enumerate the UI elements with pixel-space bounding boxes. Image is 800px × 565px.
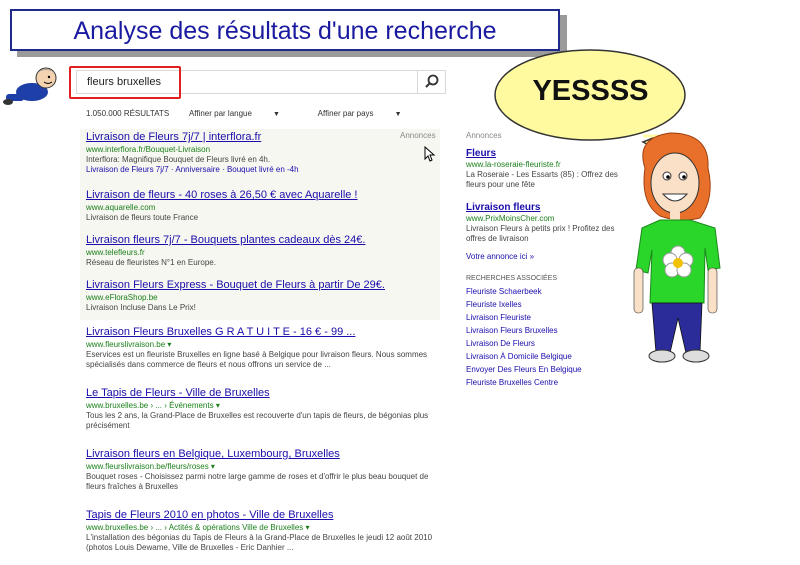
filter-language[interactable]: Affiner par langue ▼ bbox=[189, 109, 298, 118]
result-item: Livraison de fleurs - 40 roses à 26,50 €… bbox=[86, 189, 441, 223]
result-snippet: Interflora: Magnifique Bouquet de Fleurs… bbox=[86, 155, 271, 164]
result-item: Livraison Fleurs Bruxelles G R A T U I T… bbox=[86, 326, 441, 370]
results-toolbar: 1.050.000 RÉSULTATS Affiner par langue ▼ … bbox=[86, 109, 438, 118]
result-title[interactable]: Livraison de fleurs - 40 roses à 26,50 €… bbox=[86, 189, 441, 202]
caret-down-icon: ▼ bbox=[272, 111, 280, 118]
side-ad-title[interactable]: Livraison fleurs bbox=[466, 202, 636, 214]
result-item: Livraison fleurs 7j/7 - Bouquets plantes… bbox=[86, 234, 441, 268]
result-title[interactable]: Le Tapis de Fleurs - Ville de Bruxelles bbox=[86, 387, 441, 400]
related-link[interactable]: Envoyer Des Fleurs En Belgique bbox=[466, 365, 582, 374]
result-snippet: Bouquet roses - Choisissez parmi notre l… bbox=[86, 472, 429, 491]
result-item: Le Tapis de Fleurs - Ville de Bruxelles … bbox=[86, 387, 441, 431]
result-title[interactable]: Livraison fleurs en Belgique, Luxembourg… bbox=[86, 448, 441, 461]
slide-title-box: Analyse des résultats d'une recherche bbox=[10, 9, 560, 51]
result-url: www.fleurslivraison.be ▾ bbox=[86, 340, 172, 349]
result-title[interactable]: Livraison fleurs 7j/7 - Bouquets plantes… bbox=[86, 234, 441, 247]
result-url: www.fleurslivraison.be/fleurs/roses ▾ bbox=[86, 462, 215, 471]
result-item: Livraison de Fleurs 7j/7 | interflora.fr… bbox=[86, 131, 441, 175]
girl-character-illustration bbox=[633, 132, 721, 363]
result-snippet: Réseau de fleuristes N°1 en Europe. bbox=[86, 258, 216, 267]
side-ad-snippet: Livraison Fleurs à petits prix ! Profite… bbox=[466, 224, 615, 243]
result-sitelinks[interactable]: Livraison de Fleurs 7j/7 · Anniversaire … bbox=[86, 165, 441, 175]
related-link[interactable]: Livraison Fleurs Bruxelles bbox=[466, 326, 558, 335]
search-button[interactable] bbox=[417, 70, 446, 94]
side-ad-url: www.PrixMoinsCher.com bbox=[466, 214, 555, 223]
result-snippet: L'installation des bégonias du Tapis de … bbox=[86, 533, 433, 552]
related-link[interactable]: Livraison À Domicile Belgique bbox=[466, 352, 572, 361]
caret-down-icon: ▼ bbox=[394, 111, 402, 118]
side-ad-snippet: La Roseraie - Les Essarts (85) : Offrez … bbox=[466, 170, 618, 189]
result-title[interactable]: Livraison Fleurs Express - Bouquet de Fl… bbox=[86, 279, 441, 292]
result-url: www.bruxelles.be › ... › Actités & opéra… bbox=[86, 523, 310, 532]
result-url: www.aquarelle.com bbox=[86, 203, 156, 212]
your-ad-link[interactable]: Votre annonce ici » bbox=[466, 252, 636, 262]
result-url: www.eFloraShop.be bbox=[86, 293, 158, 302]
result-title[interactable]: Livraison Fleurs Bruxelles G R A T U I T… bbox=[86, 326, 441, 339]
your-ad-link-wrap: Votre annonce ici » bbox=[466, 252, 636, 262]
result-snippet: Livraison de fleurs toute France bbox=[86, 213, 199, 222]
related-heading: RECHERCHES ASSOCIÉES bbox=[466, 275, 558, 282]
result-url: www.interflora.fr/Bouquet-Livraison bbox=[86, 145, 211, 154]
mouse-cursor-icon bbox=[424, 146, 436, 162]
result-snippet: Eservices est un fleuriste Bruxelles en … bbox=[86, 350, 428, 369]
result-item: Tapis de Fleurs 2010 en photos - Ville d… bbox=[86, 509, 441, 553]
result-item: Livraison Fleurs Express - Bouquet de Fl… bbox=[86, 279, 441, 313]
result-snippet: Livraison Incluse Dans Le Prix! bbox=[86, 303, 196, 312]
result-url: www.bruxelles.be › ... › Événements ▾ bbox=[86, 401, 220, 410]
result-title[interactable]: Livraison de Fleurs 7j/7 | interflora.fr bbox=[86, 131, 441, 144]
related-link[interactable]: Fleuriste Bruxelles Centre bbox=[466, 378, 558, 387]
filter-country[interactable]: Affiner par pays ▼ bbox=[318, 109, 420, 118]
result-url: www.telefleurs.fr bbox=[86, 248, 145, 257]
related-link[interactable]: Livraison De Fleurs bbox=[466, 339, 535, 348]
results-count: 1.050.000 RÉSULTATS bbox=[86, 109, 170, 118]
boy-character-illustration bbox=[3, 67, 57, 105]
search-highlight-frame bbox=[69, 66, 181, 99]
related-link[interactable]: Fleuriste Schaerbeek bbox=[466, 287, 542, 296]
related-link[interactable]: Fleuriste Ixelles bbox=[466, 300, 522, 309]
slide-title: Analyse des résultats d'une recherche bbox=[73, 17, 497, 45]
speech-text: YESSSS bbox=[532, 75, 649, 107]
result-title[interactable]: Tapis de Fleurs 2010 en photos - Ville d… bbox=[86, 509, 441, 522]
search-icon bbox=[425, 74, 439, 88]
result-snippet: Tous les 2 ans, la Grand-Place de Bruxel… bbox=[86, 411, 429, 430]
side-ad: Livraison fleurs www.PrixMoinsCher.com L… bbox=[466, 202, 636, 244]
related-link[interactable]: Livraison Fleuriste bbox=[466, 313, 531, 322]
result-item: Livraison fleurs en Belgique, Luxembourg… bbox=[86, 448, 441, 492]
